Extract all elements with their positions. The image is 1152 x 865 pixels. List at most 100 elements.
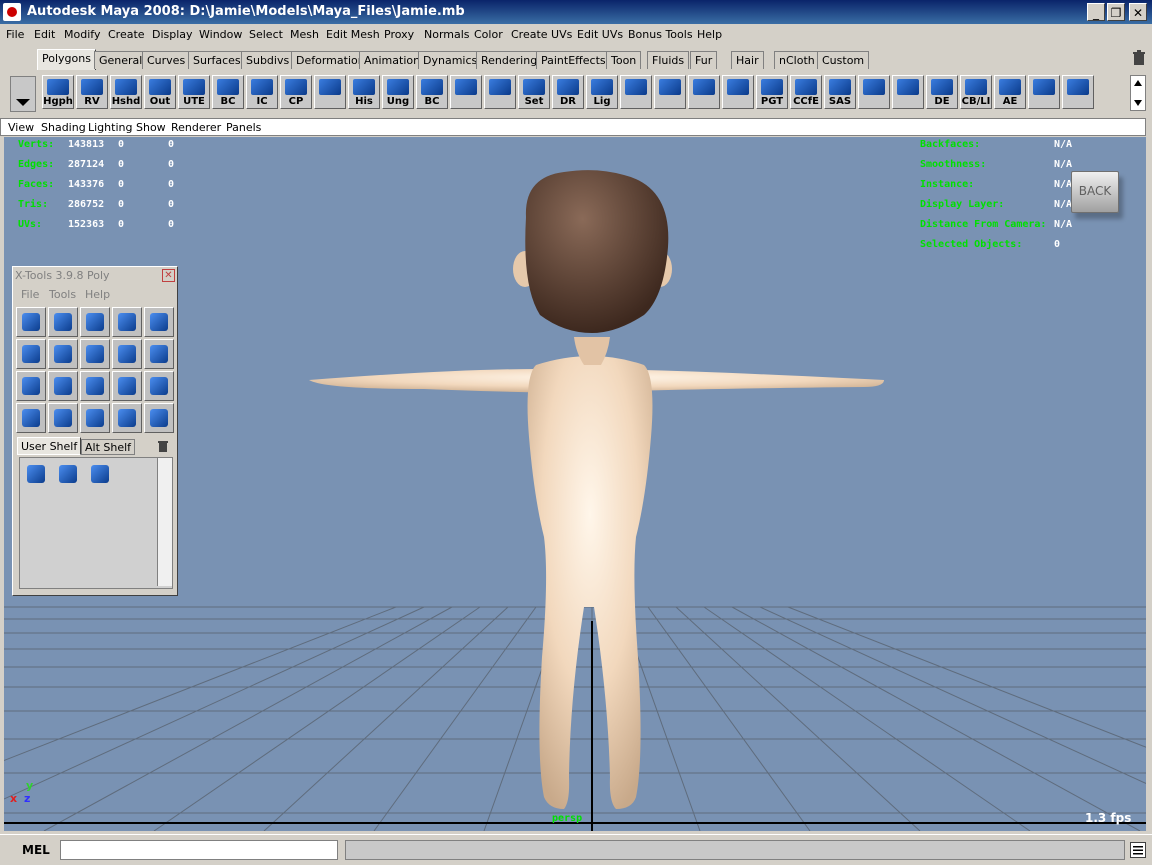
xtools-tool-button[interactable]: [48, 307, 78, 337]
panel-menu-view[interactable]: View: [8, 121, 34, 134]
menu-bonus-tools[interactable]: Bonus Tools: [628, 28, 693, 41]
shelf-button-1[interactable]: Hgph: [42, 75, 74, 109]
xtools-tool-button[interactable]: [48, 371, 78, 401]
shelf-tab-painteffects[interactable]: PaintEffects: [536, 51, 611, 69]
shelf-button-7[interactable]: IC: [246, 75, 278, 109]
xtools-tool-button[interactable]: [48, 403, 78, 433]
shelf-button-22[interactable]: PGT: [756, 75, 788, 109]
menu-mesh[interactable]: Mesh: [290, 28, 319, 41]
shelf-button-2[interactable]: RV: [76, 75, 108, 109]
menu-file[interactable]: File: [6, 28, 24, 41]
shelf-button-5[interactable]: UTE: [178, 75, 210, 109]
menu-help[interactable]: Help: [697, 28, 722, 41]
xtools-tool-button[interactable]: [16, 371, 46, 401]
xtools-tool-button[interactable]: [16, 307, 46, 337]
xtools-tool-button[interactable]: [48, 339, 78, 369]
xtools-tool-button[interactable]: [144, 307, 174, 337]
shelf-button-31[interactable]: [1062, 75, 1094, 109]
user-shelf-tool-2[interactable]: [54, 460, 84, 490]
shelf-button-6[interactable]: BC: [212, 75, 244, 109]
shelf-tab-dynamics[interactable]: Dynamics: [418, 51, 483, 69]
shelf-tab-rendering[interactable]: Rendering: [476, 51, 543, 69]
menu-edit-mesh[interactable]: Edit Mesh: [326, 28, 380, 41]
xtools-window[interactable]: X-Tools 3.9.8 Poly ✕ File Tools Help User …: [12, 266, 178, 596]
shelf-button-25[interactable]: [858, 75, 890, 109]
menu-color[interactable]: Color: [474, 28, 503, 41]
shelf-button-18[interactable]: [620, 75, 652, 109]
shelf-scroll[interactable]: [1130, 75, 1146, 111]
xtools-tool-button[interactable]: [16, 339, 46, 369]
shelf-button-26[interactable]: [892, 75, 924, 109]
shelf-tab-subdivs[interactable]: Subdivs: [241, 51, 295, 69]
xtools-trash-icon[interactable]: [157, 439, 169, 453]
shelf-tab-fluids[interactable]: Fluids: [647, 51, 690, 69]
shelf-button-10[interactable]: His: [348, 75, 380, 109]
menu-edit[interactable]: Edit: [34, 28, 55, 41]
user-shelf-tool-1[interactable]: [22, 460, 52, 490]
menu-display[interactable]: Display: [152, 28, 193, 41]
xtools-tool-button[interactable]: [80, 339, 110, 369]
tab-user-shelf[interactable]: User Shelf: [17, 437, 82, 455]
menu-normals[interactable]: Normals: [424, 28, 470, 41]
user-shelf-tool-3[interactable]: [86, 460, 116, 490]
shelf-button-13[interactable]: [450, 75, 482, 109]
xtools-tool-button[interactable]: [80, 403, 110, 433]
panel-menu-lighting[interactable]: Lighting: [88, 121, 132, 134]
maximize-button[interactable]: ❐: [1107, 3, 1125, 21]
viewcube[interactable]: BACK: [1071, 171, 1119, 213]
user-shelf-scrollbar[interactable]: [157, 458, 172, 586]
shelf-button-23[interactable]: CCfE: [790, 75, 822, 109]
xtools-tool-button[interactable]: [144, 339, 174, 369]
xtools-title-bar[interactable]: X-Tools 3.9.8 Poly ✕: [13, 267, 177, 285]
panel-menu-show[interactable]: Show: [136, 121, 166, 134]
panel-menu-panels[interactable]: Panels: [226, 121, 261, 134]
shelf-button-4[interactable]: Out: [144, 75, 176, 109]
shelf-button-15[interactable]: Set: [518, 75, 550, 109]
xtools-tool-button[interactable]: [112, 371, 142, 401]
shelf-button-8[interactable]: CP: [280, 75, 312, 109]
xtools-menu-help[interactable]: Help: [85, 288, 110, 301]
character-model[interactable]: [309, 170, 884, 809]
menu-create-uvs[interactable]: Create UVs: [511, 28, 572, 41]
shelf-tab-toon[interactable]: Toon: [606, 51, 642, 69]
shelf-button-29[interactable]: AE: [994, 75, 1026, 109]
shelf-button-12[interactable]: BC: [416, 75, 448, 109]
shelf-button-21[interactable]: [722, 75, 754, 109]
panel-menu-renderer[interactable]: Renderer: [171, 121, 221, 134]
xtools-tool-button[interactable]: [80, 371, 110, 401]
tab-alt-shelf[interactable]: Alt Shelf: [81, 439, 136, 455]
shelf-button-9[interactable]: [314, 75, 346, 109]
xtools-close-button[interactable]: ✕: [162, 269, 175, 282]
xtools-tool-button[interactable]: [16, 403, 46, 433]
shelf-button-27[interactable]: DE: [926, 75, 958, 109]
shelf-button-17[interactable]: Lig: [586, 75, 618, 109]
xtools-tool-button[interactable]: [80, 307, 110, 337]
xtools-menu-file[interactable]: File: [21, 288, 39, 301]
shelf-tab-hair[interactable]: Hair: [731, 51, 764, 69]
shelf-tab-general[interactable]: General: [94, 51, 148, 69]
menu-select[interactable]: Select: [249, 28, 283, 41]
shelf-tab-deformation[interactable]: Deformation: [291, 51, 370, 69]
xtools-tool-button[interactable]: [112, 307, 142, 337]
shelf-button-16[interactable]: DR: [552, 75, 584, 109]
shelf-tab-custom[interactable]: Custom: [817, 51, 870, 69]
shelf-button-20[interactable]: [688, 75, 720, 109]
shelf-button-11[interactable]: Ung: [382, 75, 414, 109]
panel-menu-shading[interactable]: Shading: [41, 121, 86, 134]
shelf-button-30[interactable]: [1028, 75, 1060, 109]
menu-proxy[interactable]: Proxy: [384, 28, 414, 41]
shelf-button-3[interactable]: Hshd: [110, 75, 142, 109]
xtools-menu-tools[interactable]: Tools: [49, 288, 76, 301]
shelf-tab-polygons[interactable]: Polygons: [37, 49, 96, 70]
shelf-tab-animation[interactable]: Animation: [359, 51, 426, 69]
shelf-button-28[interactable]: CB/LI: [960, 75, 992, 109]
menu-create[interactable]: Create: [108, 28, 145, 41]
mel-command-input[interactable]: [60, 840, 338, 860]
trash-icon[interactable]: [1132, 50, 1146, 66]
shelf-button-14[interactable]: [484, 75, 516, 109]
shelf-tab-surfaces[interactable]: Surfaces: [188, 51, 246, 69]
shelf-button-24[interactable]: SAS: [824, 75, 856, 109]
shelf-button-19[interactable]: [654, 75, 686, 109]
shelf-tab-ncloth[interactable]: nCloth: [774, 51, 820, 69]
xtools-tool-button[interactable]: [144, 371, 174, 401]
